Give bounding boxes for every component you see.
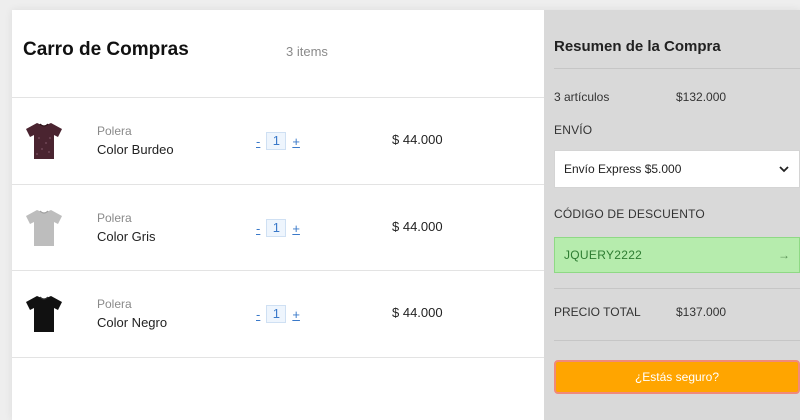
- summary-divider: [554, 340, 800, 341]
- articles-label: 3 artículos: [554, 90, 610, 104]
- quantity-value[interactable]: 1: [266, 219, 287, 237]
- discount-code-input[interactable]: JQUERY2222 →: [554, 237, 800, 273]
- decrease-qty-button[interactable]: -: [255, 308, 261, 321]
- product-price: $ 44.000: [392, 219, 443, 234]
- cart-title: Carro de Compras: [23, 39, 189, 60]
- discount-code-value: JQUERY2222: [564, 248, 643, 262]
- total-value: $137.000: [676, 305, 727, 319]
- quantity-value[interactable]: 1: [266, 132, 287, 150]
- chevron-down-icon: [779, 166, 789, 173]
- quantity-stepper: - 1 +: [255, 305, 301, 323]
- product-price: $ 44.000: [392, 305, 443, 320]
- product-name: Polera: [97, 211, 132, 225]
- tshirt-shape: [26, 296, 62, 332]
- product-name: Polera: [97, 297, 132, 311]
- summary-title: Resumen de la Compra: [554, 38, 721, 55]
- product-price: $ 44.000: [392, 132, 443, 147]
- cart-panel: Carro de Compras 3 items Polera Color Bu…: [12, 10, 544, 420]
- product-color: Color Burdeo: [97, 142, 174, 157]
- tshirt-shape: [26, 123, 62, 159]
- increase-qty-button[interactable]: +: [291, 308, 301, 321]
- increase-qty-button[interactable]: +: [291, 222, 301, 235]
- shipping-label: ENVÍO: [554, 123, 593, 137]
- order-summary-panel: Resumen de la Compra 3 artículos $132.00…: [544, 10, 800, 420]
- total-label: PRECIO TOTAL: [554, 305, 641, 319]
- arrow-right-icon[interactable]: →: [778, 248, 790, 262]
- cart-header: Carro de Compras 3 items: [12, 10, 544, 98]
- summary-divider: [554, 68, 800, 69]
- articles-subtotal: $132.000: [676, 90, 727, 104]
- cart-item-count: 3 items: [286, 44, 328, 59]
- shipping-select[interactable]: Envío Express $5.000: [554, 150, 800, 188]
- tshirt-shape: [26, 210, 62, 246]
- quantity-value[interactable]: 1: [266, 305, 287, 323]
- tshirt-gris-image: [26, 210, 62, 246]
- discount-label: CÓDIGO DE DESCUENTO: [554, 207, 705, 221]
- product-color: Color Gris: [97, 229, 156, 244]
- tshirt-negro-image: [26, 296, 62, 332]
- shipping-selected-option: Envío Express $5.000: [564, 162, 682, 176]
- product-color: Color Negro: [97, 315, 168, 330]
- cart-items-list: Polera Color Burdeo - 1 + $ 44.000 Poler…: [12, 98, 544, 358]
- cart-item-row: Polera Color Burdeo - 1 + $ 44.000: [12, 98, 544, 185]
- increase-qty-button[interactable]: +: [291, 135, 301, 148]
- decrease-qty-button[interactable]: -: [255, 135, 261, 148]
- decrease-qty-button[interactable]: -: [255, 222, 261, 235]
- quantity-stepper: - 1 +: [255, 219, 301, 237]
- confirm-purchase-button[interactable]: ¿Estás seguro?: [554, 360, 800, 394]
- product-name: Polera: [97, 124, 132, 138]
- quantity-stepper: - 1 +: [255, 132, 301, 150]
- cart-item-row: Polera Color Negro - 1 + $ 44.000: [12, 271, 544, 358]
- tshirt-burdeo-image: [26, 123, 62, 159]
- shopping-cart-card: Carro de Compras 3 items Polera Color Bu…: [12, 10, 800, 420]
- cart-item-row: Polera Color Gris - 1 + $ 44.000: [12, 185, 544, 271]
- summary-divider: [554, 288, 800, 289]
